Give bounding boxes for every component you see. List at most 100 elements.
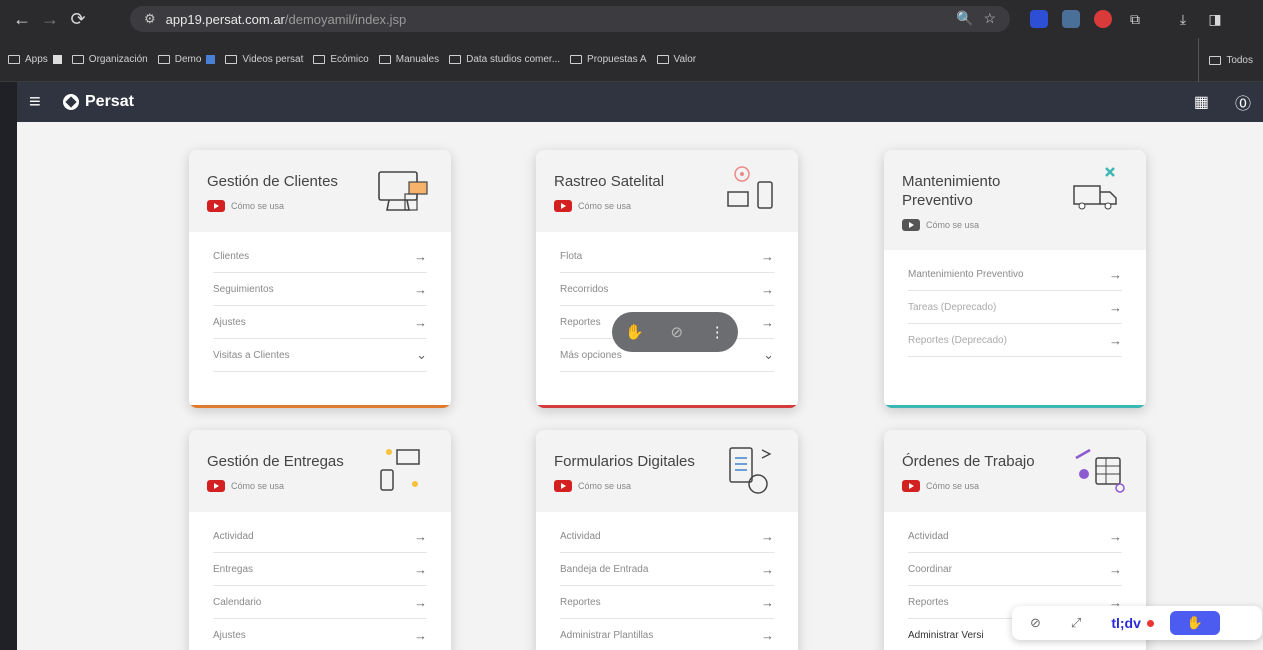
youtube-icon (902, 480, 920, 492)
bookmark-todos[interactable]: Todos (1198, 38, 1253, 82)
card-title[interactable]: Mantenimiento Preventivo (902, 172, 1052, 210)
bookmark-organizacion[interactable]: Organización (71, 54, 148, 65)
card-title[interactable]: Rastreo Satelital (554, 172, 704, 191)
card-accent (884, 405, 1146, 408)
list-item[interactable]: Visitas a Clientes ⌄ (213, 339, 427, 372)
card-mantenimiento-preventivo: Mantenimiento Preventivo Cómo se usa Man… (884, 150, 1146, 408)
card-title[interactable]: Gestión de Clientes (207, 172, 357, 191)
list-item[interactable]: Actividad → (560, 520, 774, 553)
list-item[interactable]: Recorridos → (560, 273, 774, 306)
arrow-right-icon: → (1109, 528, 1122, 544)
video-icon (902, 219, 920, 231)
list-item[interactable]: Administrar Plantillas → (560, 619, 774, 650)
camera-off-icon[interactable]: ⊘ (671, 323, 684, 341)
arrow-right-icon: → (761, 281, 774, 297)
bookmark-emoji-icon (206, 55, 216, 64)
card-title[interactable]: Órdenes de Trabajo (902, 452, 1052, 471)
delivery-icon (380, 449, 420, 491)
apps-grid-icon[interactable]: ▦ (1194, 92, 1209, 112)
list-item[interactable]: Reportes (Deprecado) → (908, 324, 1122, 357)
folder-icon (225, 55, 238, 64)
list-item[interactable]: Reportes → (560, 586, 774, 619)
folder-icon (570, 55, 583, 64)
download-icon[interactable]: ⤓ (1174, 5, 1192, 33)
arrow-right-icon: → (1109, 561, 1122, 577)
card-accent (536, 405, 798, 408)
card-accent (189, 405, 451, 408)
recording-dot-icon (1146, 619, 1154, 627)
back-icon[interactable]: ← (8, 5, 36, 33)
extension-icon[interactable] (1062, 10, 1080, 28)
list-item[interactable]: Tareas (Deprecado) → (908, 291, 1122, 324)
bookmark-manuales[interactable]: Manuales (378, 54, 439, 65)
digital-forms-icon (729, 447, 772, 494)
recording-floating-bar[interactable]: ✋ ⊘ ⋮ (612, 312, 738, 352)
list-item[interactable]: Clientes → (213, 240, 427, 273)
bookmark-demo[interactable]: Demo (157, 54, 216, 65)
menu-icon[interactable]: ≡ (29, 91, 53, 114)
folder-icon (71, 55, 84, 64)
browser-toolbar: ← → ⟳ ⚙ app19.persat.com.ar /demoyamil/i… (0, 0, 1263, 38)
card-gestion-entregas: Gestión de Entregas Cómo se usa Activida… (189, 430, 451, 650)
tldv-logo: tl;dv (1111, 615, 1154, 631)
site-settings-icon[interactable]: ⚙ (144, 11, 156, 27)
list-item[interactable]: Ajustes → (213, 619, 427, 650)
arrow-right-icon: → (761, 248, 774, 264)
address-bar[interactable]: ⚙ app19.persat.com.ar /demoyamil/index.j… (130, 6, 1010, 32)
arrow-right-icon: → (414, 561, 427, 577)
list-item[interactable]: Calendario → (213, 586, 427, 619)
logo-mark-icon (63, 94, 79, 110)
help-icon[interactable]: ⓪ (1235, 90, 1251, 114)
star-icon[interactable]: ☆ (983, 10, 996, 27)
desktop-devices-icon (378, 171, 428, 211)
list-item[interactable]: Entregas → (213, 553, 427, 586)
arrow-right-icon: → (761, 594, 774, 610)
expand-icon[interactable]: ⤢ (1071, 615, 1081, 631)
extension-icon[interactable] (1094, 10, 1112, 28)
camera-off-icon[interactable]: ⊘ (1030, 615, 1041, 631)
bookmark-ecomico[interactable]: Ecómico (313, 54, 369, 65)
card-title[interactable]: Formularios Digitales (554, 452, 704, 471)
pin-icon[interactable]: ✋ (625, 323, 644, 341)
list-item[interactable]: Seguimientos → (213, 273, 427, 306)
list-item[interactable]: Actividad → (908, 520, 1122, 553)
arrow-right-icon: → (1109, 299, 1122, 315)
bookmark-videos[interactable]: Videos persat (225, 54, 303, 65)
bookmark-apps[interactable]: Apps (8, 54, 62, 65)
arrow-right-icon: → (414, 627, 427, 643)
forward-icon[interactable]: → (36, 5, 64, 33)
arrow-right-icon: → (414, 248, 427, 264)
list-item[interactable]: Coordinar → (908, 553, 1122, 586)
list-item[interactable]: Bandeja de Entrada → (560, 553, 774, 586)
url-path: /demoyamil/index.jsp (284, 11, 407, 27)
reload-icon[interactable]: ⟳ (64, 5, 92, 33)
zoom-icon[interactable]: 🔍 (956, 10, 973, 27)
arrow-right-icon: → (1109, 266, 1122, 282)
bookmark-data-studios[interactable]: Data studios comer... (449, 54, 560, 65)
arrow-right-icon: → (414, 281, 427, 297)
arrow-right-icon: → (414, 314, 427, 330)
arrow-right-icon: → (761, 528, 774, 544)
extension-icon[interactable] (1030, 10, 1048, 28)
persat-logo[interactable]: Persat (63, 93, 134, 111)
card-title[interactable]: Gestión de Entregas (207, 452, 357, 471)
howto-link[interactable]: Cómo se usa (902, 219, 1128, 231)
list-item[interactable]: Actividad → (213, 520, 427, 553)
bookmark-propuestas[interactable]: Propuestas A (570, 54, 647, 65)
chevron-down-icon: ⌄ (763, 347, 774, 362)
bookmark-valor[interactable]: Valor (656, 54, 696, 65)
list-item[interactable]: Ajustes → (213, 306, 427, 339)
more-options-icon[interactable]: ⋮ (710, 323, 725, 341)
card-rastreo-satelital: Rastreo Satelital Cómo se usa Flota → Rec… (536, 150, 798, 408)
list-item[interactable]: Mantenimiento Preventivo → (908, 258, 1122, 291)
tldv-widget[interactable]: ⊘ ⤢ tl;dv ✋ (1012, 606, 1262, 640)
page-edge (0, 82, 17, 650)
arrow-right-icon: → (1109, 332, 1122, 348)
youtube-icon (554, 480, 572, 492)
tldv-action-button[interactable]: ✋ (1169, 611, 1220, 635)
sidepanel-icon[interactable]: ◨ (1206, 5, 1224, 33)
list-item[interactable]: Flota → (560, 240, 774, 273)
puzzle-icon[interactable]: ⧉ (1126, 5, 1144, 33)
youtube-icon (554, 200, 572, 212)
chevron-down-icon: ⌄ (416, 347, 427, 362)
